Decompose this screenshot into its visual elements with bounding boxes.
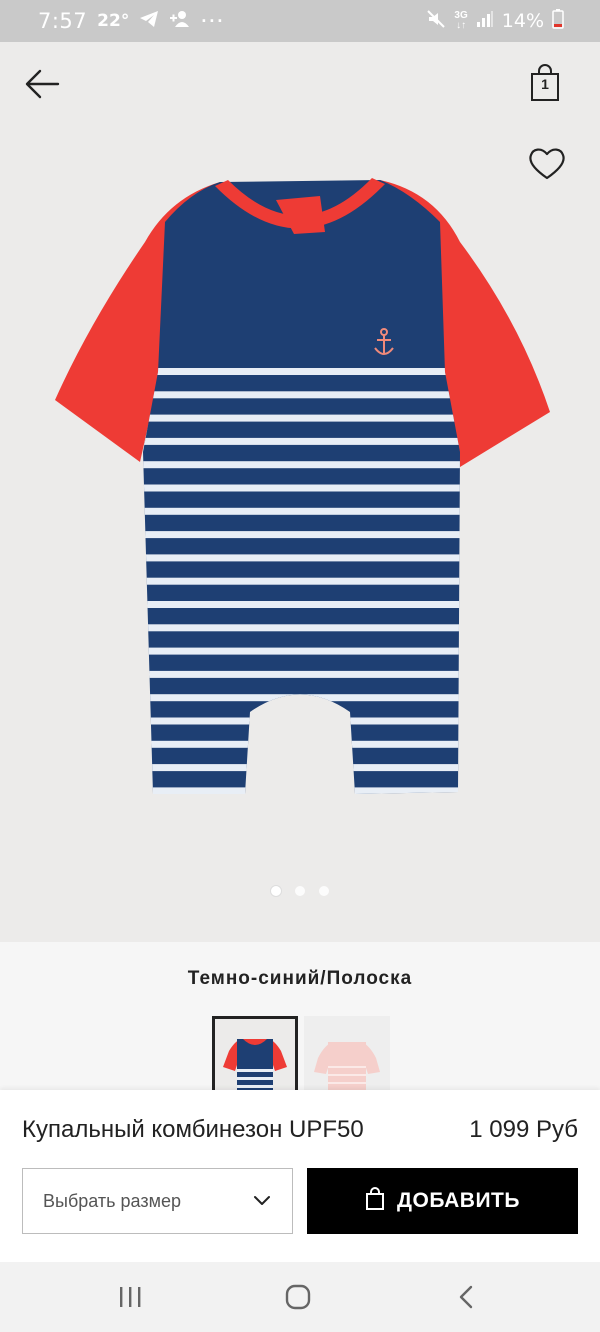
garment-stripe — [143, 484, 460, 492]
battery-icon — [552, 8, 564, 34]
back-arrow-icon[interactable] — [22, 66, 62, 102]
shopping-bag-button[interactable]: 1 — [528, 64, 562, 102]
add-contact-icon — [169, 10, 191, 33]
add-to-bag-label: ДОБАВИТЬ — [397, 1189, 520, 1212]
garment-stripe — [143, 601, 460, 608]
product-info: Темно-синий/Полоска — [0, 942, 600, 1090]
status-bar: 7:57 22° ··· 3G ↓↑ 14% — [0, 0, 600, 42]
garment-stripe — [143, 740, 460, 748]
gallery-pagination — [0, 886, 600, 896]
add-to-bag-button[interactable]: ДОБАВИТЬ — [307, 1168, 578, 1234]
system-nav-bar — [0, 1262, 600, 1332]
gallery-dot[interactable] — [295, 886, 305, 896]
network-type: 3G ↓↑ — [454, 11, 467, 31]
garment-stripe — [143, 624, 460, 632]
swatch-image — [314, 1042, 380, 1090]
garment-stripe — [143, 507, 460, 515]
more-notifications-icon: ··· — [201, 10, 226, 31]
product-image[interactable] — [50, 172, 552, 802]
size-select[interactable]: Выбрать размер — [22, 1168, 293, 1234]
gallery-dot[interactable] — [271, 886, 281, 896]
garment-stripe — [143, 577, 460, 585]
swatch-image — [223, 1039, 287, 1090]
color-name: Темно-синий/Полоска — [187, 968, 413, 989]
signal-icon — [476, 10, 494, 33]
product-name: Купальный комбинезон UPF50 — [22, 1116, 364, 1143]
garment-stripe — [143, 694, 460, 702]
network-arrows: ↓↑ — [456, 20, 467, 31]
garment-stripe — [143, 368, 460, 375]
buy-panel: Купальный комбинезон UPF50 1 099 Руб Выб… — [0, 1090, 600, 1262]
garment-stripe — [143, 647, 460, 655]
battery-percent: 14% — [501, 10, 544, 32]
recent-apps-icon[interactable] — [115, 1284, 145, 1310]
garment-stripe — [143, 670, 460, 678]
garment-stripe — [143, 531, 460, 539]
garment-stripe — [143, 764, 460, 772]
size-select-label: Выбрать размер — [43, 1190, 181, 1211]
telegram-icon — [139, 10, 159, 33]
home-icon[interactable] — [283, 1284, 313, 1310]
product-price: 1 099 Руб — [469, 1116, 578, 1143]
swimsuit-image — [55, 178, 550, 794]
garment-stripe — [143, 437, 460, 445]
color-swatch-navy-stripe[interactable] — [212, 1016, 298, 1090]
color-swatch-pink-stripe[interactable] — [304, 1016, 390, 1090]
garment-stripe — [143, 461, 460, 469]
mute-icon — [426, 9, 446, 33]
status-time: 7:57 — [38, 9, 88, 33]
chevron-down-icon — [252, 1191, 272, 1211]
garment-stripe — [143, 717, 460, 725]
bag-count: 1 — [541, 76, 549, 92]
status-temperature: 22° — [97, 11, 130, 31]
garment-stripe — [143, 554, 460, 562]
garment-stripe — [143, 414, 460, 422]
product-gallery[interactable]: 1 — [0, 42, 600, 942]
back-nav-icon[interactable] — [452, 1284, 482, 1310]
garment-stripe — [143, 787, 460, 794]
shopping-bag-icon — [365, 1186, 385, 1216]
garment-stripe — [143, 391, 460, 399]
gallery-dot[interactable] — [319, 886, 329, 896]
